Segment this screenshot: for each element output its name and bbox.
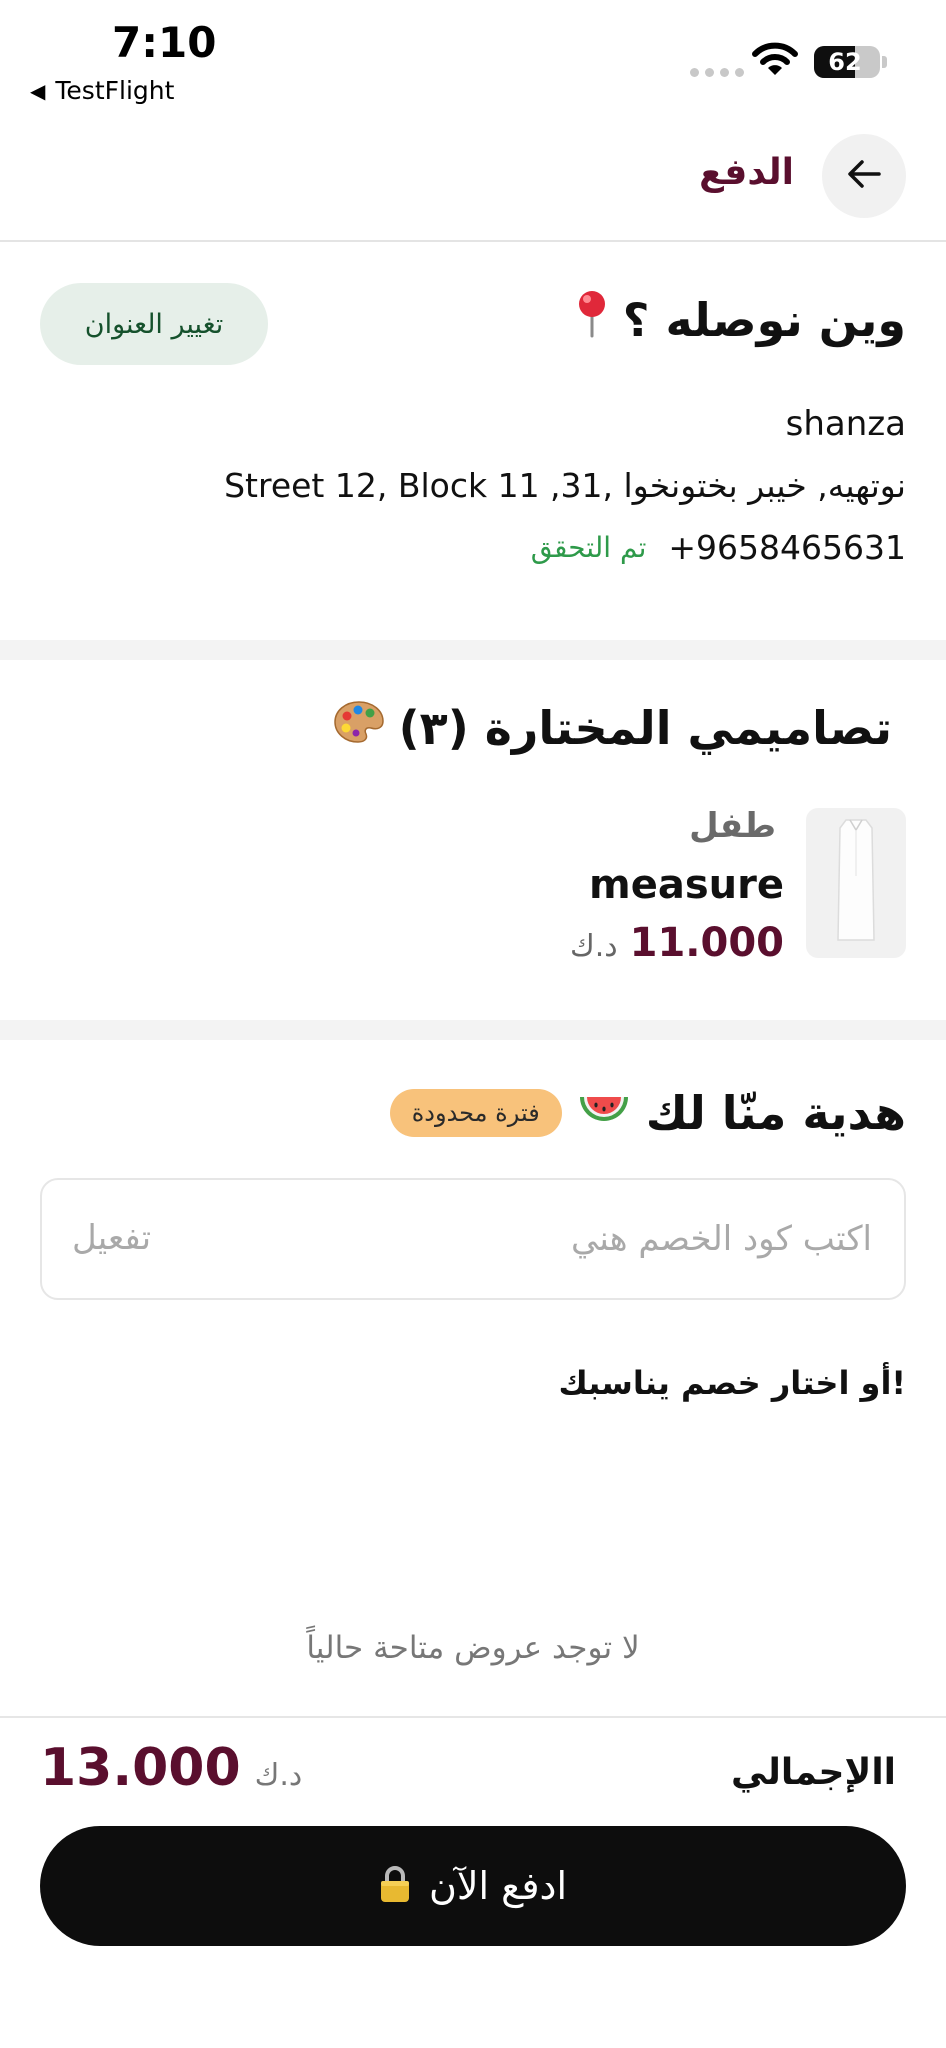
total-value: 13.000 (40, 1738, 241, 1798)
battery-level: 62 (828, 48, 862, 76)
limited-time-badge: فترة محدودة (389, 1089, 562, 1137)
product-category: طفل (689, 806, 776, 846)
address-line: نوتهيه, خيبر بختونخوا ,31, Street 12, Bl… (224, 466, 906, 505)
arrow-left-icon (847, 159, 881, 193)
address-title-text: وين نوصله ؟ (622, 292, 906, 347)
footer-divider (0, 1716, 946, 1718)
pay-now-label: ادفع الآن (428, 1864, 568, 1908)
activate-button[interactable]: تفعيل (72, 1218, 151, 1258)
battery-cap (882, 56, 887, 68)
back-to-app-link[interactable]: ◀ TestFlight (30, 76, 174, 105)
total-currency: د.ك (254, 1758, 303, 1793)
pay-now-button[interactable]: ادفع الآن (40, 1826, 906, 1946)
total-label: االإجمالي (730, 1752, 896, 1793)
status-bar: 7:10 ◀ TestFlight 62 (0, 0, 946, 120)
verified-label: تم التحقق (530, 531, 647, 564)
phone-row: +9658465631 تم التحقق (531, 528, 906, 567)
page-header: الدفع (0, 122, 946, 242)
total-amount: 13.000 د.ك (40, 1738, 302, 1798)
designs-section-title: تصاميمي المختارة (٣) (333, 700, 892, 755)
address-name: shanza (785, 404, 906, 444)
phone-number: +9658465631 (668, 528, 906, 567)
page-title: الدفع (699, 152, 794, 193)
cellular-signal-icon (690, 68, 744, 77)
product-price-currency: د.ك (570, 929, 618, 964)
choose-discount-label: !أو اختار خصم يناسبك (558, 1364, 906, 1402)
palette-icon (333, 700, 385, 755)
wifi-icon (752, 42, 798, 82)
back-app-label: TestFlight (55, 76, 175, 105)
product-name: measure (589, 862, 784, 908)
address-section-title: وين نوصله ؟ (575, 290, 906, 349)
product-price: 11.000 د.ك (570, 920, 784, 966)
no-offers-message: لا توجد عروض متاحة حالياً (306, 1630, 640, 1666)
status-time: 7:10 (112, 18, 217, 67)
change-address-button[interactable]: تغيير العنوان (40, 283, 268, 365)
designs-title-text: تصاميمي المختارة (٣) (398, 700, 892, 755)
promo-code-input[interactable] (312, 1180, 872, 1298)
watermelon-icon (578, 1086, 630, 1140)
product-price-value: 11.000 (629, 920, 784, 966)
promo-code-box: تفعيل (40, 1178, 906, 1300)
section-divider (0, 1020, 946, 1040)
gift-section-title: هدية منّا لك فترة محدودة (389, 1086, 906, 1140)
lock-icon (379, 1865, 411, 1907)
back-button[interactable] (822, 134, 906, 218)
section-divider (0, 640, 946, 660)
product-thumbnail[interactable] (806, 808, 906, 958)
pushpin-icon (575, 290, 609, 349)
garment-icon (826, 816, 886, 950)
gift-title-text: هدية منّا لك (645, 1086, 906, 1140)
battery-icon: 62 (814, 46, 880, 78)
back-triangle-icon: ◀ (30, 78, 46, 103)
